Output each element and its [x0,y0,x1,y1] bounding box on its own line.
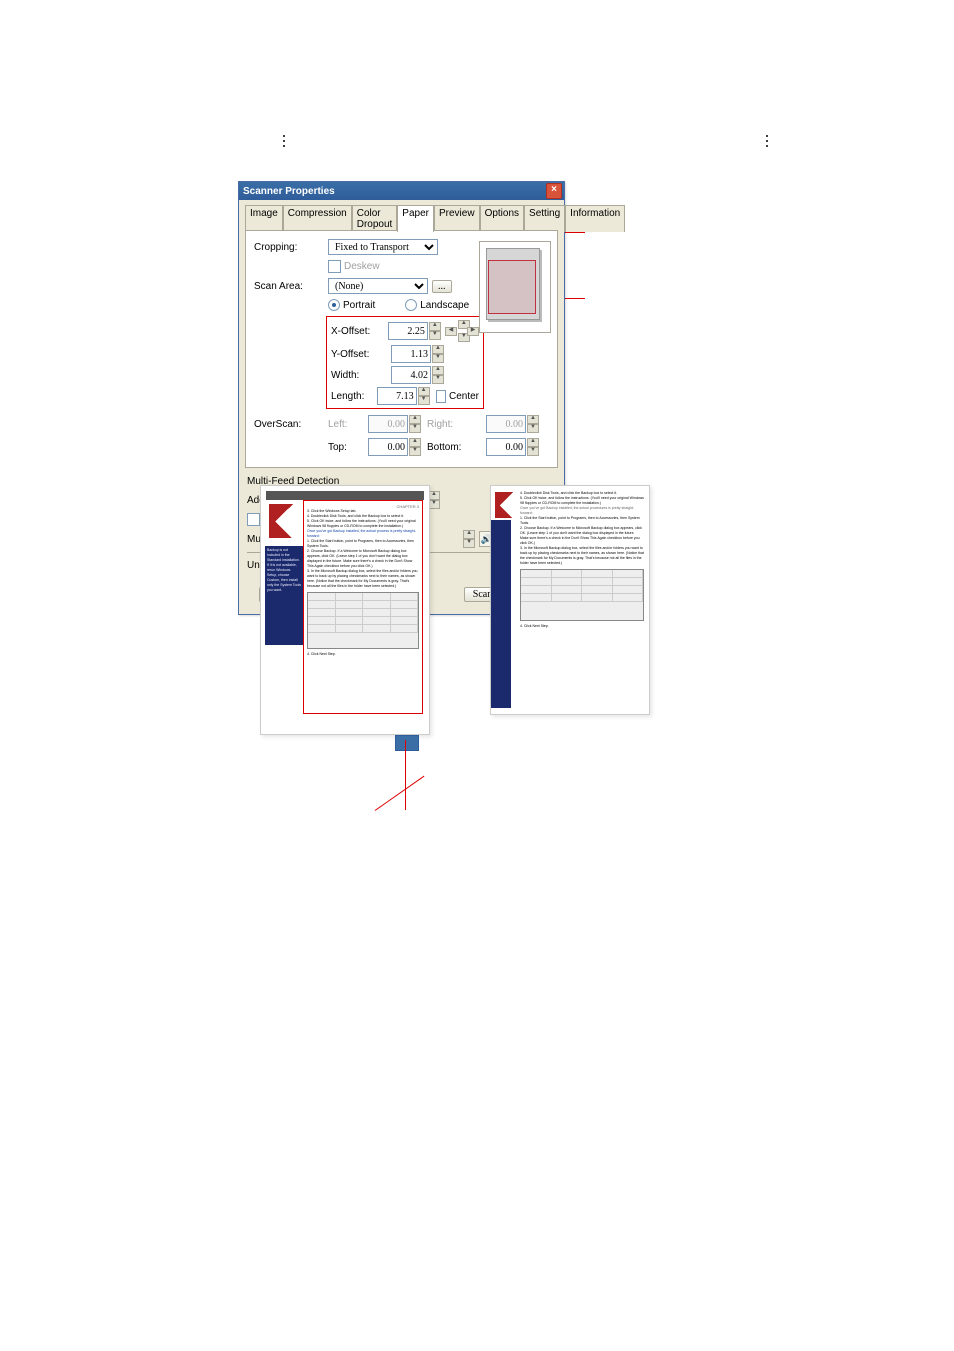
bottom-label: Bottom: [427,442,467,453]
step-b-2: Once you've got Backup installed, the ac… [520,506,644,516]
step-b-6: 4. Click Next Step. [520,624,644,629]
length-label: Length: [331,391,377,402]
top-label: Top: [328,442,368,453]
doc-crop-box: CHAPTER 3 3. Click the Windows Setup tab… [303,500,423,714]
up-icon[interactable]: ▲ [409,438,421,447]
doc-header [266,491,424,500]
right-spinner: ▲▼ [486,415,539,433]
up-icon[interactable]: ▲ [418,387,430,396]
landscape-radio[interactable]: Landscape [405,299,469,311]
title-text: Scanner Properties [243,186,546,197]
xoffset-label: X-Offset: [331,326,388,337]
scan-area-label: Scan Area: [254,281,328,292]
runner-icon [269,504,295,538]
down-icon[interactable]: ▼ [429,331,441,340]
top-input[interactable] [368,438,408,456]
scan-area-more-button[interactable]: ... [432,280,452,293]
length-input[interactable] [377,387,417,405]
width-label: Width: [331,370,391,381]
doc-sidebar-strip [491,520,511,708]
up-icon[interactable]: ▲ [527,438,539,447]
up-icon[interactable]: ▲ [432,366,444,375]
runner-icon [495,492,515,518]
sidebar-text: Backup is not included in the Standard i… [267,548,301,592]
down-icon[interactable]: ▼ [432,375,444,384]
tab-image[interactable]: Image [245,205,283,232]
top-spinner[interactable]: ▲▼ [368,438,421,456]
step-b-1: 5. Click OK twice, and follow the instru… [520,496,644,506]
down-icon[interactable]: ▼ [527,447,539,456]
close-icon[interactable]: × [546,183,562,199]
tab-strip: Image Compression Color Dropout Paper Pr… [245,204,558,231]
tab-color-dropout[interactable]: Color Dropout [352,205,398,232]
document-thumbnails: SHORTCUT Backup is not included in the S… [260,485,690,735]
step-a-7: 4. Click Next Step. [307,652,419,657]
doc-table [520,569,644,621]
landscape-label: Landscape [420,300,469,311]
direction-pad[interactable]: ▲ ▼ ◀ ▶ [445,320,479,342]
width-spinner[interactable]: ▲▼ [391,366,444,384]
scan-area-select[interactable]: (None) [328,278,428,294]
xoffset-input[interactable] [388,322,428,340]
step-b-5: 3. In the Microsoft Backup dialog box, s… [520,546,644,566]
step-a-3: Once you've got Backup installed, the ac… [307,529,419,539]
doc-sidebar: Backup is not included in the Standard i… [265,546,303,645]
overscan-label: OverScan: [254,419,328,430]
stop-checkbox[interactable] [247,513,260,526]
blue-tab-icon [395,735,419,751]
callout-line [405,740,406,810]
step-b-3: 1. Click the Start button, point to Prog… [520,516,644,526]
yoffset-label: Y-Offset: [331,349,391,360]
preview-pane[interactable] [479,241,551,333]
doc-left: SHORTCUT Backup is not included in the S… [260,485,430,735]
preview-selection[interactable] [488,260,536,314]
cropping-select[interactable]: Fixed to Transport [328,239,438,255]
down-icon[interactable]: ▼ [409,447,421,456]
right-label: Right: [427,419,467,430]
deskew-checkbox [328,260,341,273]
tab-compression[interactable]: Compression [283,205,352,232]
cropping-label: Cropping: [254,242,328,253]
deskew-label: Deskew [344,261,380,272]
up-icon[interactable]: ▲ [432,345,444,354]
step-b-4: 2. Choose Backup. If a Welcome to Micros… [520,526,644,546]
titlebar[interactable]: Scanner Properties × [239,182,564,200]
portrait-radio[interactable]: Portrait [328,299,375,311]
step-a-6: 3. In the Microsoft Backup dialog box, s… [307,569,419,589]
length-spinner[interactable]: ▲▼ [377,387,430,405]
up-icon[interactable]: ▲ [429,322,441,331]
tab-information[interactable]: Information [565,205,625,232]
tab-preview[interactable]: Preview [434,205,480,232]
step-a-5: 2. Choose Backup. If a Welcome to Micros… [307,549,419,569]
down-icon[interactable]: ▼ [418,396,430,405]
doc-right: 4. Doubleclick Disk Tools, and click the… [490,485,650,715]
offset-group: X-Offset: ▲▼ ▲ ▼ ◀ ▶ Y-Offset [326,316,484,409]
doc-table [307,592,419,649]
yoffset-input[interactable] [391,345,431,363]
width-input[interactable] [391,366,431,384]
center-checkbox[interactable] [436,390,446,403]
left-label: Left: [328,419,368,430]
bottom-input[interactable] [486,438,526,456]
tab-body: Cropping: Fixed to Transport Deskew Scan… [245,230,558,468]
arrow-right-icon[interactable]: ▶ [467,327,479,336]
yoffset-spinner[interactable]: ▲▼ [391,345,444,363]
bottom-spinner[interactable]: ▲▼ [486,438,539,456]
portrait-label: Portrait [343,300,375,311]
step-a-4: 1. Click the Start button, point to Prog… [307,539,419,549]
xoffset-spinner[interactable]: ▲▼ [388,322,441,340]
tab-paper[interactable]: Paper [397,205,434,232]
right-input [486,415,526,433]
left-input [368,415,408,433]
center-label: Center [449,391,479,402]
left-spinner: ▲▼ [368,415,421,433]
tab-setting[interactable]: Setting [524,205,565,232]
arrow-left-icon[interactable]: ◀ [445,327,457,336]
down-icon[interactable]: ▼ [432,354,444,363]
tab-options[interactable]: Options [480,205,524,232]
step-a-2: 5. Click OK twice, and follow the instru… [307,519,419,529]
